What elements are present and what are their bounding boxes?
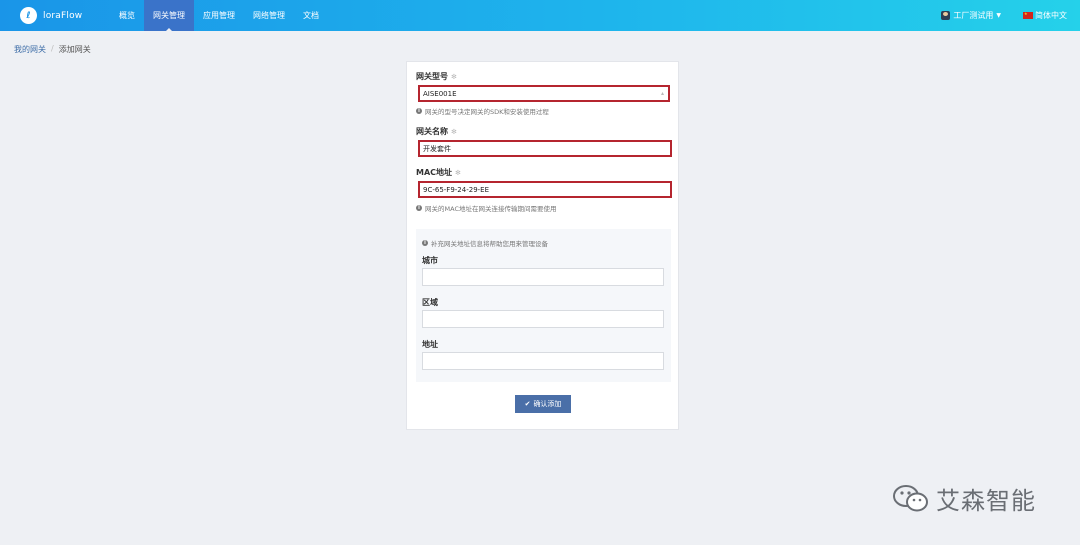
breadcrumb-separator: / — [51, 44, 54, 53]
confirm-add-button[interactable]: ✔ 确认添加 — [515, 395, 571, 413]
address-input[interactable] — [422, 352, 664, 370]
user-name: 工厂测试用 — [953, 11, 994, 20]
gateway-name-input[interactable]: 开发套件 — [418, 140, 672, 157]
city-label: 城市 — [422, 256, 438, 265]
nav-menu: 概览 网关管理 应用管理 网络管理 文档 — [110, 0, 328, 31]
mac-address-label: MAC地址 ✻ — [416, 168, 461, 177]
address-section-hint: i 补充网关地址信息将帮助您用来管理设备 — [422, 238, 548, 248]
user-avatar-icon — [941, 11, 951, 20]
mac-address-hint: i 网关的MAC地址在网关连接传输期间需要使用 — [416, 203, 556, 213]
logo[interactable]: ℓ loraFlow — [20, 7, 110, 24]
required-mark-icon: ✻ — [451, 73, 457, 81]
region-input[interactable] — [422, 310, 664, 328]
nav-item-overview[interactable]: 概览 — [110, 0, 144, 31]
wechat-icon — [892, 484, 930, 514]
watermark-text: 艾森智能 — [936, 487, 1036, 515]
nav-item-docs[interactable]: 文档 — [294, 0, 328, 31]
watermark: 艾森智能 — [892, 481, 1036, 516]
gateway-model-value: AISE001E — [423, 89, 457, 98]
user-menu[interactable]: 工厂测试用 ▼ — [941, 10, 1001, 21]
select-arrow-icon: ▴ — [660, 90, 664, 97]
city-input[interactable] — [422, 268, 664, 286]
region-label: 区域 — [422, 298, 438, 307]
breadcrumb: 我的网关 / 添加网关 — [14, 44, 91, 55]
add-gateway-form: 网关型号 ✻ AISE001E ▴ i 网关的型号决定网关的SDK和安装使用过程 … — [406, 61, 679, 430]
address-label: 地址 — [422, 340, 438, 349]
language-switcher[interactable]: 简体中文 — [1023, 10, 1067, 21]
logo-text: loraFlow — [43, 10, 83, 21]
gateway-model-hint: i 网关的型号决定网关的SDK和安装使用过程 — [416, 106, 549, 116]
gateway-model-label: 网关型号 ✻ — [416, 72, 457, 81]
gateway-name-label: 网关名称 ✻ — [416, 127, 457, 136]
gateway-name-value: 开发套件 — [423, 144, 451, 153]
address-section: i 补充网关地址信息将帮助您用来管理设备 城市 区域 地址 — [416, 229, 671, 382]
nav-item-application-management[interactable]: 应用管理 — [194, 0, 244, 31]
mac-address-value: 9C-65-F9-24-29-EE — [423, 185, 490, 194]
top-navbar: ℓ loraFlow 概览 网关管理 应用管理 网络管理 文档 工厂测试用 ▼ … — [0, 0, 1080, 31]
breadcrumb-my-gateways[interactable]: 我的网关 — [14, 44, 46, 55]
info-icon: i — [416, 108, 422, 114]
china-flag-icon — [1023, 11, 1033, 19]
info-icon: i — [422, 240, 428, 246]
mac-address-input[interactable]: 9C-65-F9-24-29-EE — [418, 181, 672, 198]
lora-logo-icon: ℓ — [20, 7, 37, 24]
language-label: 简体中文 — [1035, 11, 1067, 20]
nav-item-network-management[interactable]: 网络管理 — [244, 0, 294, 31]
nav-item-gateway-management[interactable]: 网关管理 — [144, 0, 194, 31]
caret-down-icon: ▼ — [996, 12, 1001, 19]
info-icon: i — [416, 205, 422, 211]
required-mark-icon: ✻ — [451, 128, 457, 136]
check-icon: ✔ — [524, 400, 531, 408]
required-mark-icon: ✻ — [455, 169, 461, 177]
nav-right: 工厂测试用 ▼ 简体中文 — [941, 0, 1080, 31]
gateway-model-select[interactable]: AISE001E ▴ — [418, 85, 670, 102]
breadcrumb-current: 添加网关 — [58, 45, 91, 54]
